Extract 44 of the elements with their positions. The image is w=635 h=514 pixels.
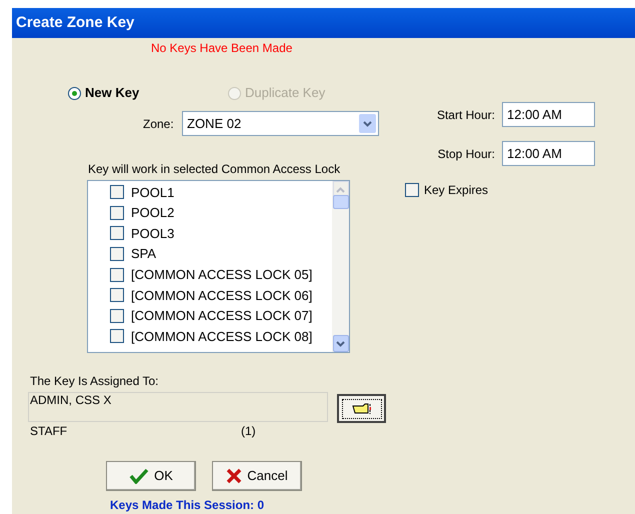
hour-label: Stop Hour: [436, 146, 496, 162]
list-item-label: [COMMON ACCESS LOCK 05] [131, 266, 312, 284]
zone-label: Zone: [143, 116, 175, 132]
assigned-label: The Key Is Assigned To: [30, 373, 160, 389]
checkbox[interactable] [110, 288, 124, 302]
checkbox[interactable] [110, 206, 124, 220]
list-item-label: [COMMON ACCESS LOCK 06] [131, 286, 312, 305]
zone-dropdown[interactable]: ZONE 02 [182, 111, 379, 136]
status-message: No Keys Have Been Made [151, 41, 292, 55]
list-item-label: POOL1 [131, 184, 174, 202]
scroll-thumb[interactable] [332, 194, 348, 208]
radio-label: New Key [85, 84, 140, 102]
hour-label: Start Hour: [436, 106, 496, 124]
check-icon [129, 468, 150, 484]
session-count: Keys Made This Session: 0 [110, 497, 266, 514]
assigned-field: ADMIN, CSS X [28, 392, 328, 422]
radio-button[interactable] [68, 86, 81, 100]
list-label: Key will work in selected Common Access Lock [88, 161, 342, 177]
checkbox[interactable] [110, 226, 124, 240]
checkbox[interactable] [110, 329, 124, 344]
ok-button[interactable]: OK [106, 461, 196, 491]
window-title: Create Zone Key [16, 12, 134, 33]
hour-field[interactable]: 12:00 AM [502, 102, 595, 127]
cross-icon [226, 468, 242, 484]
group-name: STAFF [30, 423, 68, 439]
checkbox[interactable] [110, 247, 124, 262]
checkbox[interactable] [405, 183, 419, 197]
list-item-label: [COMMON ACCESS LOCK 07] [131, 307, 312, 326]
select-person-button[interactable] [337, 394, 386, 423]
scroll-down-icon[interactable] [332, 335, 348, 352]
list-item-label: POOL2 [131, 204, 174, 222]
list-item-label: POOL3 [131, 224, 174, 243]
hour-field[interactable]: 12:00 AM [502, 141, 595, 166]
list-item-label: [COMMON ACCESS LOCK 08] [131, 328, 312, 346]
checkbox-label: Key Expires [424, 182, 488, 199]
cancel-button[interactable]: Cancel [212, 461, 302, 491]
member-count: (1) [241, 423, 256, 439]
radio-label: Duplicate Key [245, 84, 326, 102]
list-item-label: SPA [131, 245, 156, 264]
checkbox[interactable] [110, 268, 124, 282]
scrollbar[interactable] [332, 181, 349, 352]
checkbox[interactable] [110, 308, 124, 323]
dropdown-value: ZONE 02 [187, 114, 242, 133]
checkbox[interactable] [110, 185, 124, 200]
